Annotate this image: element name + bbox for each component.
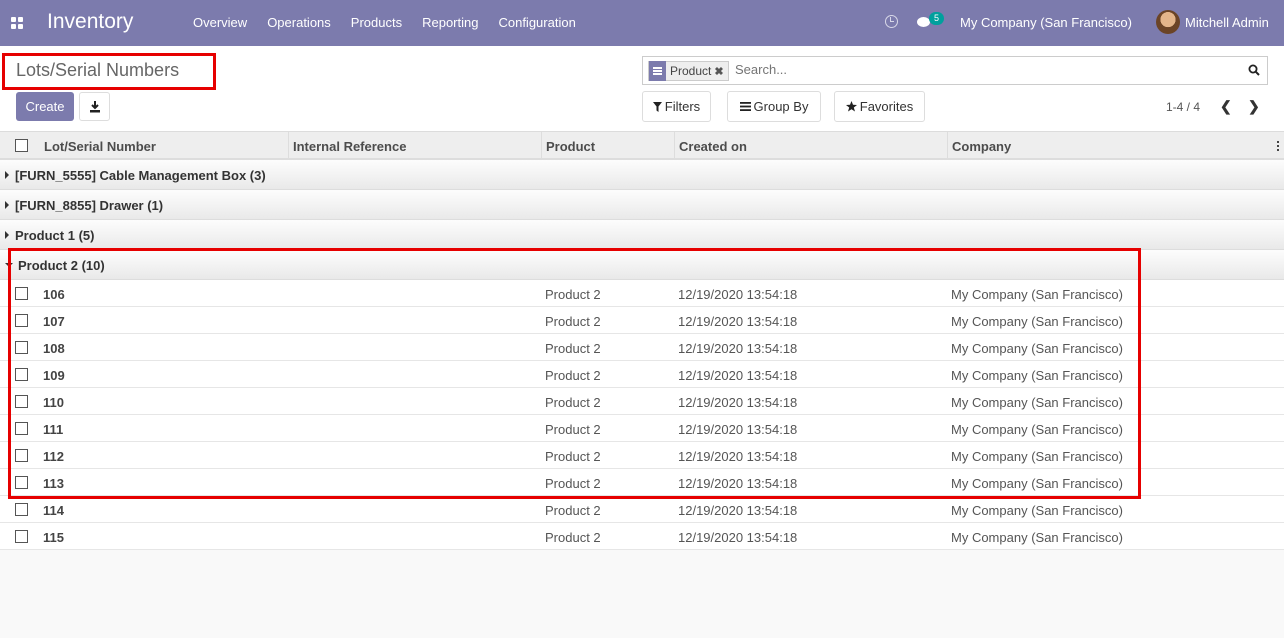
select-all-checkbox[interactable] bbox=[15, 139, 28, 152]
activity-clock-icon[interactable] bbox=[885, 15, 898, 28]
main-menu: Overview Operations Products Reporting C… bbox=[193, 15, 596, 30]
favorites-label: Favorites bbox=[859, 99, 914, 114]
column-header-product[interactable]: Product bbox=[546, 139, 595, 154]
column-header-internal-reference[interactable]: Internal Reference bbox=[293, 139, 406, 154]
lot-number-cell: 114 bbox=[43, 503, 64, 518]
favorites-button[interactable]: Favorites bbox=[834, 91, 925, 122]
rows-highlight-box bbox=[8, 248, 1141, 499]
search-facet-product[interactable]: Product ✖ bbox=[648, 61, 729, 81]
table-header: Lot/Serial Number Internal Reference Pro… bbox=[0, 132, 1284, 160]
pager-value[interactable]: 1-4 / 4 bbox=[1166, 100, 1200, 114]
download-icon bbox=[90, 101, 100, 113]
group-label: [FURN_5555] Cable Management Box (3) bbox=[15, 168, 266, 183]
created-on-cell: 12/19/2020 13:54:18 bbox=[678, 530, 798, 545]
row-checkbox[interactable] bbox=[15, 530, 28, 543]
column-divider bbox=[947, 132, 948, 160]
caret-right-icon bbox=[5, 231, 9, 239]
menu-item-operations[interactable]: Operations bbox=[267, 15, 331, 30]
column-header-created-on[interactable]: Created on bbox=[679, 139, 747, 154]
star-icon bbox=[845, 101, 857, 112]
filter-icon bbox=[652, 101, 662, 112]
group-by-button[interactable]: Group By bbox=[727, 91, 821, 122]
filters-label: Filters bbox=[664, 99, 701, 114]
top-navbar: Inventory Overview Operations Products R… bbox=[0, 0, 1284, 46]
control-panel: Lots/Serial Numbers Create Product ✖ Fil… bbox=[0, 46, 1284, 132]
search-icon[interactable] bbox=[1248, 64, 1260, 76]
company-cell: My Company (San Francisco) bbox=[951, 530, 1123, 545]
search-bar: Product ✖ bbox=[642, 56, 1268, 85]
pager-previous-button[interactable]: ❮ bbox=[1220, 98, 1232, 115]
group-label: Product 1 (5) bbox=[15, 228, 95, 243]
menu-item-products[interactable]: Products bbox=[351, 15, 402, 30]
product-cell: Product 2 bbox=[545, 503, 601, 518]
column-divider bbox=[541, 132, 542, 160]
user-avatar[interactable] bbox=[1156, 10, 1180, 34]
apps-menu-icon[interactable] bbox=[11, 17, 23, 29]
column-divider bbox=[674, 132, 675, 160]
group-row[interactable]: [FURN_5555] Cable Management Box (3) bbox=[0, 160, 1284, 190]
pager-next-button[interactable]: ❯ bbox=[1248, 98, 1260, 115]
table-row[interactable]: 115 Product 2 12/19/2020 13:54:18 My Compan… bbox=[0, 523, 1284, 550]
messages-count-badge: 5 bbox=[929, 12, 944, 25]
caret-right-icon bbox=[5, 201, 9, 209]
product-cell: Product 2 bbox=[545, 530, 601, 545]
menu-item-reporting[interactable]: Reporting bbox=[422, 15, 478, 30]
table-row[interactable]: 114 Product 2 12/19/2020 13:54:18 My Compan… bbox=[0, 496, 1284, 523]
search-input[interactable] bbox=[735, 62, 1215, 77]
user-menu[interactable]: Mitchell Admin bbox=[1185, 15, 1269, 30]
menu-item-configuration[interactable]: Configuration bbox=[498, 15, 575, 30]
filters-button[interactable]: Filters bbox=[642, 91, 711, 122]
group-row[interactable]: [FURN_8855] Drawer (1) bbox=[0, 190, 1284, 220]
column-header-lot[interactable]: Lot/Serial Number bbox=[44, 139, 156, 154]
optional-columns-icon[interactable] bbox=[1277, 141, 1279, 151]
group-by-label: Group By bbox=[753, 99, 809, 114]
group-by-icon bbox=[649, 61, 666, 81]
lot-number-cell: 115 bbox=[43, 530, 64, 545]
export-button[interactable] bbox=[79, 92, 110, 121]
title-highlight-box bbox=[2, 53, 216, 90]
column-divider bbox=[288, 132, 289, 160]
group-label: [FURN_8855] Drawer (1) bbox=[15, 198, 164, 213]
caret-right-icon bbox=[5, 171, 9, 179]
facet-remove-icon[interactable]: ✖ bbox=[714, 65, 727, 78]
created-on-cell: 12/19/2020 13:54:18 bbox=[678, 503, 798, 518]
group-row[interactable]: Product 1 (5) bbox=[0, 220, 1284, 250]
company-cell: My Company (San Francisco) bbox=[951, 503, 1123, 518]
company-switcher[interactable]: My Company (San Francisco) bbox=[960, 15, 1132, 30]
menu-item-overview[interactable]: Overview bbox=[193, 15, 247, 30]
app-title[interactable]: Inventory bbox=[47, 10, 133, 34]
row-checkbox[interactable] bbox=[15, 503, 28, 516]
facet-label: Product bbox=[670, 64, 712, 78]
column-header-company[interactable]: Company bbox=[952, 139, 1011, 154]
list-icon bbox=[739, 102, 751, 111]
create-button[interactable]: Create bbox=[16, 92, 74, 121]
